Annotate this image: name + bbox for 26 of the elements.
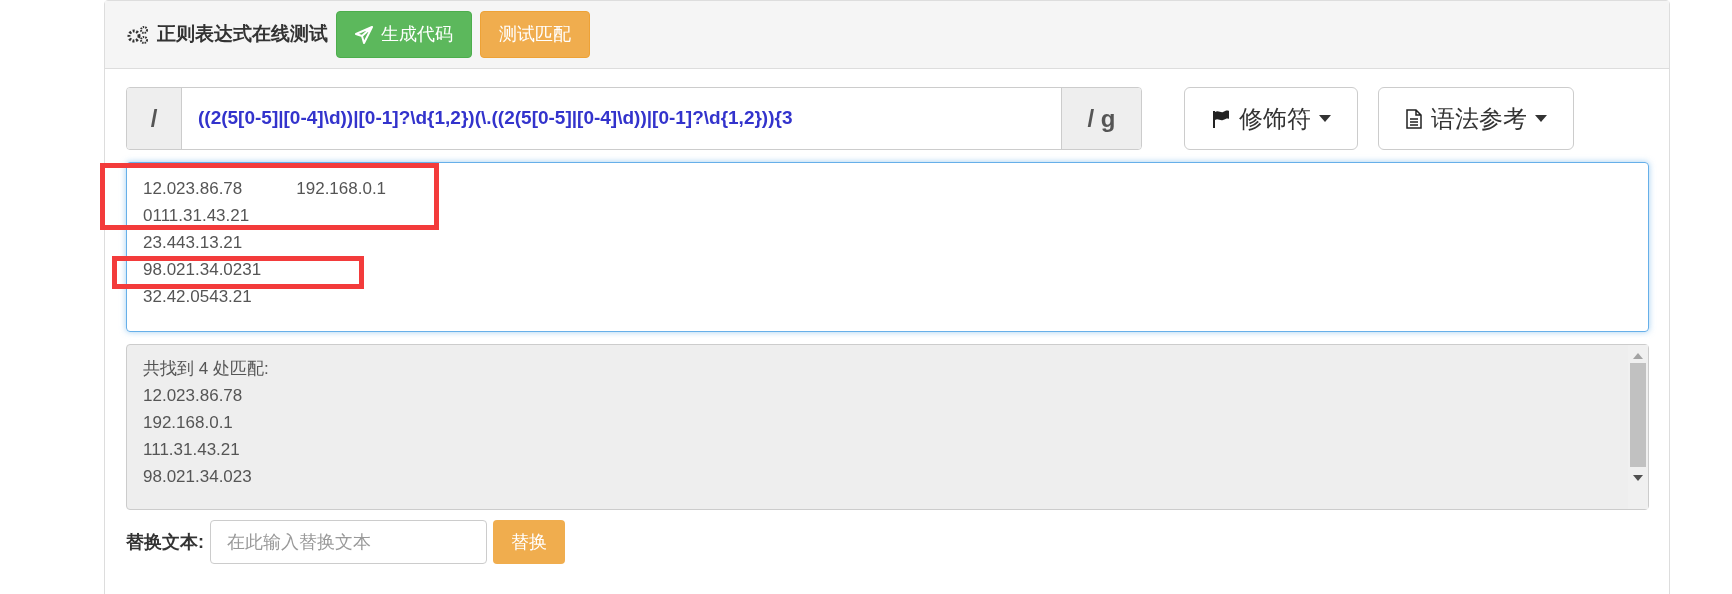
input-line: 98.021.34.0231 [143, 259, 262, 281]
match-summary: 共找到 4 处匹配: [143, 358, 270, 380]
replace-input-field[interactable]: 在此输入替换文本 [210, 520, 487, 564]
panel-title: 正则表达式在线测试 [157, 22, 328, 47]
input-line: 32.42.0543.21 [143, 286, 252, 308]
input-line: 12.023.86.78 [143, 178, 243, 200]
scroll-up-icon[interactable] [1633, 353, 1643, 359]
flag-icon [1211, 108, 1231, 129]
input-line: 0111.31.43.21 [143, 205, 250, 227]
test-text-area[interactable]: 12.023.86.78 192.168.0.1 0111.31.43.21 23.443.13.21 98.021.34.0231 32.42.0543.21 [126, 162, 1649, 332]
modifiers-dropdown[interactable]: 修饰符 [1184, 87, 1358, 150]
paper-plane-icon [355, 25, 373, 44]
caret-icon [1319, 115, 1331, 122]
match-result: 111.31.43.21 [143, 439, 241, 461]
caret-icon [1535, 115, 1547, 122]
gears-icon [127, 24, 149, 45]
input-line: 23.443.13.21 [143, 232, 243, 254]
scrollbar-thumb[interactable] [1630, 363, 1646, 467]
match-result: 98.021.34.023 [143, 466, 253, 488]
replace-label: 替换文本: [126, 530, 204, 554]
match-result: 12.023.86.78 [143, 385, 244, 407]
document-icon [1405, 108, 1423, 129]
scroll-down-icon[interactable] [1633, 475, 1643, 481]
input-line: 192.168.0.1 [296, 178, 387, 200]
syntax-reference-dropdown[interactable]: 语法参考 [1378, 87, 1574, 150]
match-result: 192.168.0.1 [143, 412, 234, 434]
